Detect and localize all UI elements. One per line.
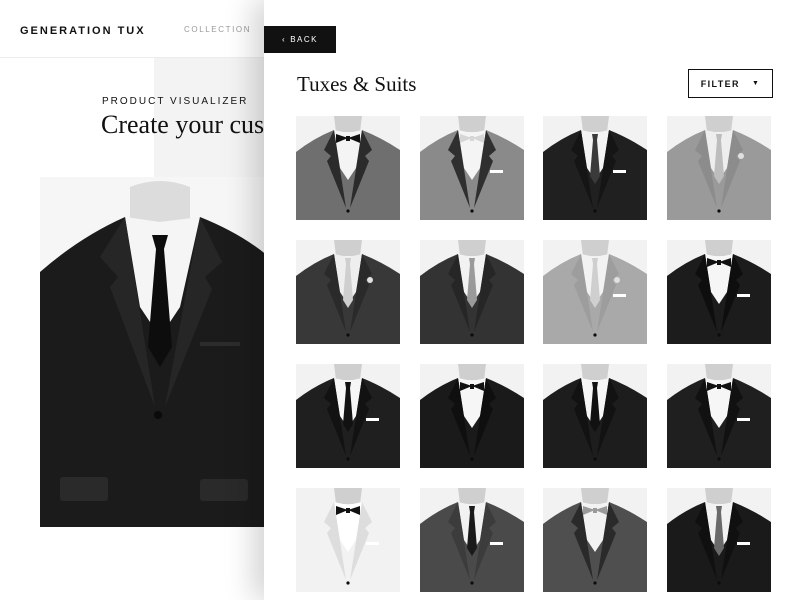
product-thumbnail-image	[419, 116, 524, 220]
product-tile[interactable]	[296, 488, 400, 592]
product-tile[interactable]	[543, 116, 648, 220]
product-thumbnail-image	[296, 116, 400, 220]
product-thumbnail-image	[666, 364, 771, 468]
product-thumbnail-image	[419, 488, 524, 592]
product-tile[interactable]	[666, 488, 771, 592]
product-tile[interactable]	[419, 488, 524, 592]
product-thumbnail-image	[419, 364, 524, 468]
product-thumbnail-image	[296, 240, 400, 344]
tuxes-suits-panel: ‹ BACK Tuxes & Suits FILTER ▼	[264, 0, 800, 600]
product-tile[interactable]	[296, 364, 400, 468]
product-tile[interactable]	[419, 240, 524, 344]
product-tile[interactable]	[296, 116, 400, 220]
filter-button[interactable]: FILTER ▼	[688, 69, 773, 98]
product-tile[interactable]	[419, 116, 524, 220]
product-thumbnail-image	[543, 116, 648, 220]
caret-down-icon: ▼	[751, 80, 761, 87]
product-tile[interactable]	[666, 364, 771, 468]
product-tile[interactable]	[543, 240, 648, 344]
nav-link-collection[interactable]: COLLECTION	[184, 25, 251, 34]
panel-title: Tuxes & Suits	[297, 72, 417, 96]
product-thumbnail-image	[666, 240, 771, 344]
back-button[interactable]: ‹ BACK	[264, 26, 336, 53]
product-thumbnail-image	[666, 488, 771, 592]
product-tile[interactable]	[543, 364, 648, 468]
brand-logo[interactable]: GENERATION TUX	[20, 25, 146, 37]
product-thumbnail-image	[419, 240, 524, 344]
visualizer-eyebrow: PRODUCT VISUALIZER	[102, 96, 249, 107]
visualizer-headline: Create your cus	[101, 110, 265, 139]
product-thumbnail-image	[666, 116, 771, 220]
hero-suit-image	[40, 177, 280, 527]
product-tile[interactable]	[666, 116, 771, 220]
suit-mannequin-illustration	[40, 177, 280, 527]
product-tile[interactable]	[543, 488, 648, 592]
product-tile[interactable]	[296, 240, 400, 344]
product-thumbnail-image	[543, 240, 648, 344]
product-thumbnail-image	[296, 488, 400, 592]
product-thumbnail-image	[296, 364, 400, 468]
filter-button-label: FILTER	[700, 78, 740, 89]
product-thumbnail-image	[543, 488, 648, 592]
product-grid	[296, 116, 771, 592]
product-tile[interactable]	[666, 240, 771, 344]
back-button-label: BACK	[290, 35, 318, 44]
chevron-left-icon: ‹	[282, 35, 287, 44]
product-tile[interactable]	[419, 364, 524, 468]
product-thumbnail-image	[543, 364, 648, 468]
